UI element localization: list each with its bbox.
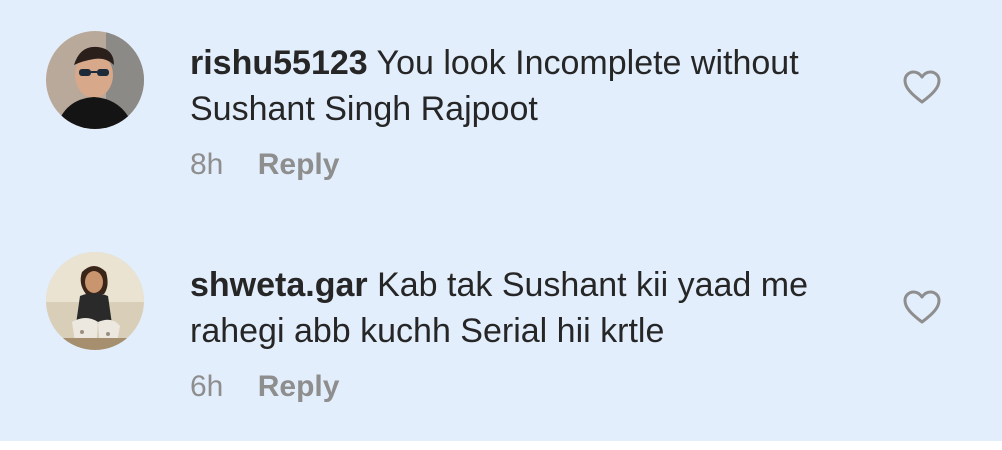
comments-panel: rishu55123 You look Incomplete without S… — [0, 0, 1002, 441]
reply-button[interactable]: Reply — [258, 370, 340, 403]
heart-outline-icon[interactable] — [902, 68, 942, 108]
comment-text: rishu55123 You look Incomplete without S… — [190, 40, 860, 132]
comment-timestamp: 8h — [190, 148, 224, 181]
comment-timestamp: 6h — [190, 370, 224, 403]
comment-item: rishu55123 You look Incomplete without S… — [0, 0, 1002, 220]
comment-item: shweta.gar Kab tak Sushant kii yaad me r… — [0, 220, 1002, 440]
comment-meta: 8h Reply — [190, 148, 339, 182]
comment-text: shweta.gar Kab tak Sushant kii yaad me r… — [190, 262, 860, 354]
comment-meta: 6h Reply — [190, 370, 339, 404]
heart-outline-icon[interactable] — [902, 288, 942, 328]
avatar-photo — [46, 31, 144, 129]
comment-username[interactable]: shweta.gar — [190, 266, 368, 304]
avatar[interactable] — [46, 31, 144, 129]
avatar[interactable] — [46, 252, 144, 350]
comment-username[interactable]: rishu55123 — [190, 44, 368, 82]
reply-button[interactable]: Reply — [258, 148, 340, 181]
avatar-photo — [46, 252, 144, 350]
